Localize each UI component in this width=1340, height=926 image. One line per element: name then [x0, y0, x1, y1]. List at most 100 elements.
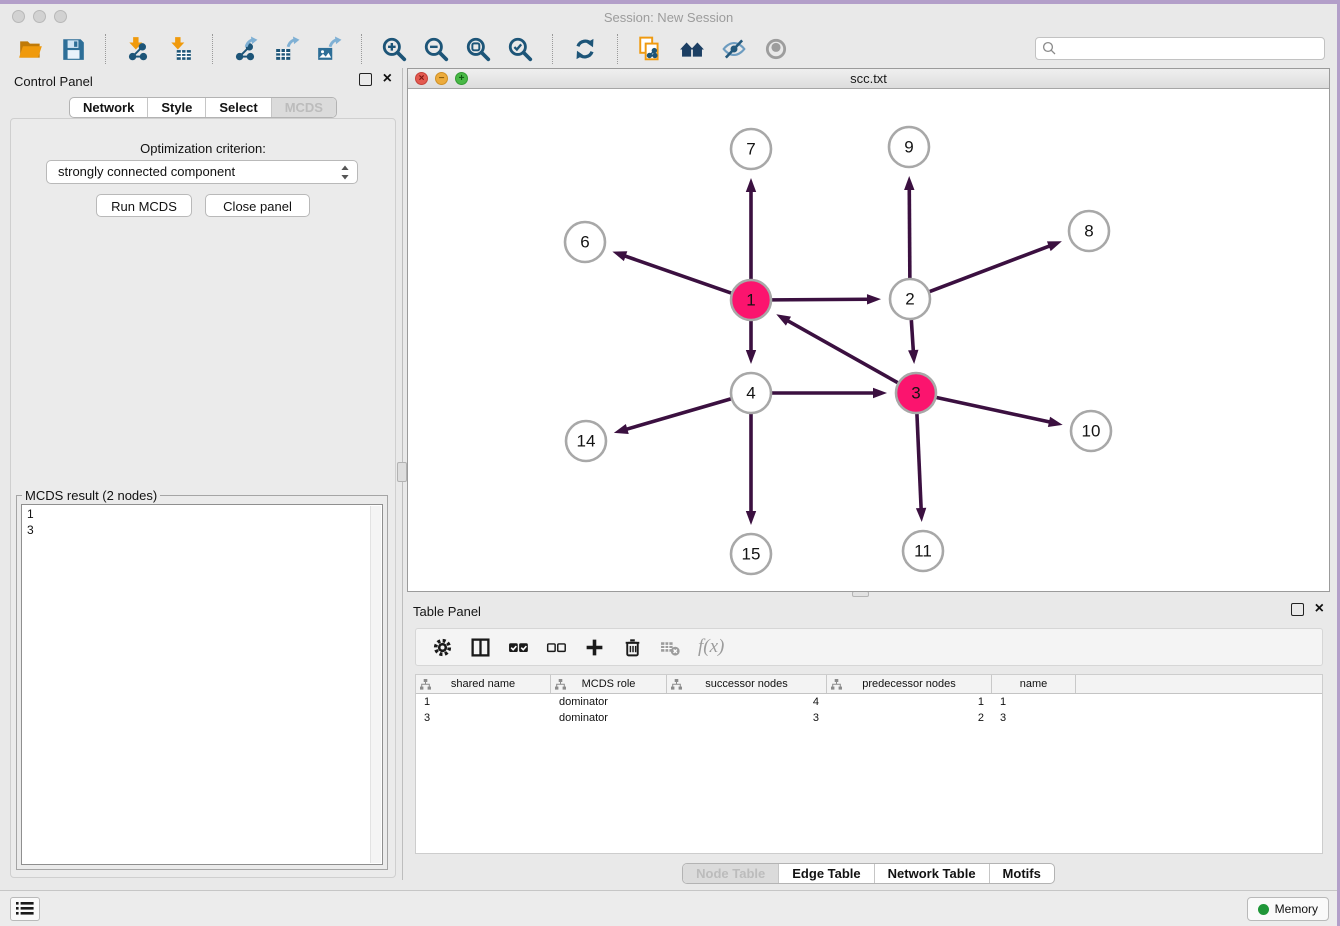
edge-3-1[interactable] [787, 320, 898, 383]
tab-mcds[interactable]: MCDS [271, 98, 336, 117]
import-table-button[interactable] [164, 33, 196, 65]
table-row[interactable]: 1dominator411 [416, 694, 1322, 710]
float-panel-icon[interactable] [359, 73, 372, 86]
table-cell[interactable]: 1 [992, 696, 1076, 708]
table-cell[interactable]: 2 [827, 712, 992, 724]
table-float-icon[interactable] [1291, 603, 1304, 616]
network-minimize-button[interactable]: − [435, 72, 448, 85]
edge-2-9[interactable] [909, 188, 910, 278]
tab-edge-table[interactable]: Edge Table [778, 864, 873, 883]
node-label-2: 2 [905, 290, 914, 309]
table-cell[interactable]: dominator [551, 712, 667, 724]
open-file-button[interactable] [15, 33, 47, 65]
show-eye-button[interactable] [760, 33, 792, 65]
select-all-button[interactable] [504, 632, 534, 662]
tab-network[interactable]: Network [70, 98, 147, 117]
run-mcds-button[interactable]: Run MCDS [96, 194, 192, 217]
network-maximize-button[interactable]: + [455, 72, 468, 85]
table-close-icon[interactable]: × [1315, 600, 1324, 618]
status-bar: Memory [0, 890, 1337, 926]
table-row[interactable]: 3dominator323 [416, 710, 1322, 726]
table-cell[interactable]: 3 [667, 712, 827, 724]
hide-panels-button[interactable] [718, 33, 750, 65]
column-header-name[interactable]: name [992, 675, 1076, 693]
export-table-button[interactable] [271, 33, 303, 65]
split-panel-button[interactable] [466, 632, 496, 662]
network-canvas-svg[interactable]: 7968124314101511 [408, 90, 1329, 592]
edge-1-2[interactable] [772, 299, 869, 300]
tab-style[interactable]: Style [147, 98, 205, 117]
home-button[interactable] [676, 33, 708, 65]
edge-arrow-3-1 [776, 314, 791, 325]
result-scrollbar[interactable] [370, 506, 381, 863]
refresh-button[interactable] [569, 33, 601, 65]
node-label-11: 11 [914, 542, 932, 561]
toolbar-separator [552, 34, 553, 64]
select-all-icon [508, 637, 529, 658]
mcds-result-box[interactable]: 13 [21, 504, 383, 865]
tab-motifs[interactable]: Motifs [989, 864, 1054, 883]
export-image-button[interactable] [313, 33, 345, 65]
table-cell[interactable]: 1 [827, 696, 992, 708]
node-label-9: 9 [904, 138, 913, 157]
zoom-selected-button[interactable] [504, 33, 536, 65]
edge-4-14[interactable] [625, 399, 730, 430]
table-cell[interactable]: dominator [551, 696, 667, 708]
save-session-button[interactable] [57, 33, 89, 65]
duplicate-network-button[interactable] [634, 33, 666, 65]
edge-2-8[interactable] [930, 246, 1051, 292]
vertical-splitter-handle[interactable] [397, 462, 407, 482]
close-panel-button[interactable]: Close panel [205, 194, 310, 217]
node-label-8: 8 [1084, 222, 1093, 241]
zoom-fit-button[interactable] [462, 33, 494, 65]
save-session-icon [60, 36, 86, 62]
zoom-out-icon [423, 36, 449, 62]
edge-1-6[interactable] [624, 256, 731, 294]
export-network-button[interactable] [229, 33, 261, 65]
edge-3-11[interactable] [917, 414, 921, 510]
node-label-10: 10 [1082, 422, 1101, 441]
table-cell[interactable]: 3 [416, 712, 551, 724]
network-close-button[interactable]: × [415, 72, 428, 85]
tab-select[interactable]: Select [205, 98, 270, 117]
edge-arrow-2-8 [1047, 241, 1062, 251]
settings-button[interactable] [428, 632, 458, 662]
control-panel-tabs: NetworkStyleSelectMCDS [8, 97, 398, 118]
attribute-icon [555, 679, 566, 690]
column-header-MCDS-role[interactable]: MCDS role [551, 675, 667, 693]
home-icon [679, 36, 705, 62]
edge-arrow-1-6 [612, 251, 627, 261]
zoom-out-button[interactable] [420, 33, 452, 65]
column-header-successor-nodes[interactable]: successor nodes [667, 675, 827, 693]
list-icon [16, 901, 34, 916]
column-header-shared-name[interactable]: shared name [416, 675, 551, 693]
import-network-button[interactable] [122, 33, 154, 65]
function-builder-button: f(x) [694, 632, 724, 662]
table-cell[interactable]: 1 [416, 696, 551, 708]
deselect-all-button[interactable] [542, 632, 572, 662]
column-header-predecessor-nodes[interactable]: predecessor nodes [827, 675, 992, 693]
edge-3-10[interactable] [937, 397, 1051, 422]
zoom-selected-icon [507, 36, 533, 62]
edge-arrow-4-15 [746, 511, 756, 525]
delete-row-button[interactable] [618, 632, 648, 662]
edge-2-3[interactable] [911, 320, 913, 352]
network-canvas[interactable]: 7968124314101511 [408, 90, 1329, 591]
delete-table-button [656, 632, 686, 662]
close-panel-icon[interactable]: × [383, 70, 392, 88]
table-panel: Table Panel × f(x) shared nameMCDS roles… [407, 598, 1330, 888]
node-label-6: 6 [580, 233, 589, 252]
export-image-icon [316, 36, 342, 62]
tab-node-table[interactable]: Node Table [683, 864, 778, 883]
show-panels-button[interactable] [10, 897, 40, 921]
criterion-dropdown[interactable]: strongly connected component [46, 160, 358, 184]
zoom-in-button[interactable] [378, 33, 410, 65]
search-input[interactable] [1035, 37, 1325, 60]
tab-network-table[interactable]: Network Table [874, 864, 989, 883]
add-row-button[interactable] [580, 632, 610, 662]
memory-button[interactable]: Memory [1247, 897, 1329, 921]
table-cell[interactable]: 3 [992, 712, 1076, 724]
network-titlebar[interactable]: × − + scc.txt [408, 69, 1329, 89]
toolbar-separator [617, 34, 618, 64]
table-cell[interactable]: 4 [667, 696, 827, 708]
